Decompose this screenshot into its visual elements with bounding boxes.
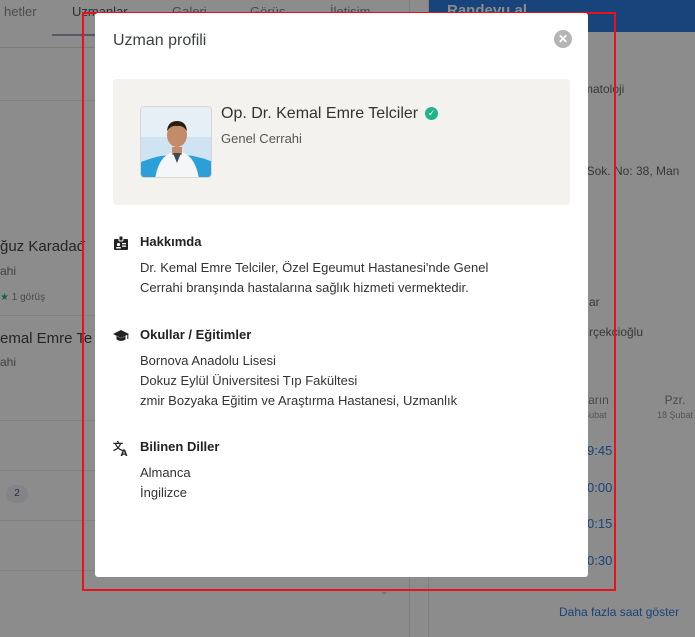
body-line: Cerrahi branşında hastalarına sağlık hiz… bbox=[140, 280, 469, 295]
close-icon[interactable]: ✕ bbox=[554, 30, 572, 48]
svg-text:A: A bbox=[121, 449, 128, 456]
verified-check-icon: ✓ bbox=[425, 107, 439, 120]
body-line: Bornova Anadolu Lisesi bbox=[140, 353, 276, 368]
translate-icon: 文 A bbox=[113, 440, 128, 456]
section-title: Bilinen Diller bbox=[140, 439, 220, 454]
section-body: Dr. Kemal Emre Telciler, Özel Egeumut Ha… bbox=[140, 258, 530, 298]
section-title: Okullar / Eğitimler bbox=[140, 327, 252, 342]
expert-profile-modal: Uzman profili ✕ Op. Dr. Kemal Emre Telci… bbox=[95, 13, 588, 577]
body-line: Dr. Kemal Emre Telciler, Özel Egeumut Ha… bbox=[140, 260, 489, 275]
body-line: Dokuz Eylül Üniversitesi Tıp Fakültesi bbox=[140, 373, 358, 388]
section-title: Hakkımda bbox=[140, 234, 202, 249]
doctor-specialty: Genel Cerrahi bbox=[221, 131, 302, 146]
body-line: Almanca bbox=[140, 465, 191, 480]
body-line: zmir Bozyaka Eğitim ve Araştırma Hastane… bbox=[140, 393, 458, 408]
graduation-cap-icon bbox=[113, 330, 129, 341]
section-body: Almanca İngilizce bbox=[140, 463, 530, 503]
id-badge-icon bbox=[114, 235, 128, 250]
body-line: İngilizce bbox=[140, 485, 187, 500]
profile-card: Op. Dr. Kemal Emre Telciler ✓ Genel Cerra… bbox=[113, 79, 570, 205]
doctor-name: Op. Dr. Kemal Emre Telciler ✓ bbox=[221, 105, 439, 123]
modal-title: Uzman profili bbox=[113, 32, 207, 49]
section-body: Bornova Anadolu Lisesi Dokuz Eylül Ünive… bbox=[140, 351, 530, 411]
doctor-avatar bbox=[140, 106, 212, 178]
